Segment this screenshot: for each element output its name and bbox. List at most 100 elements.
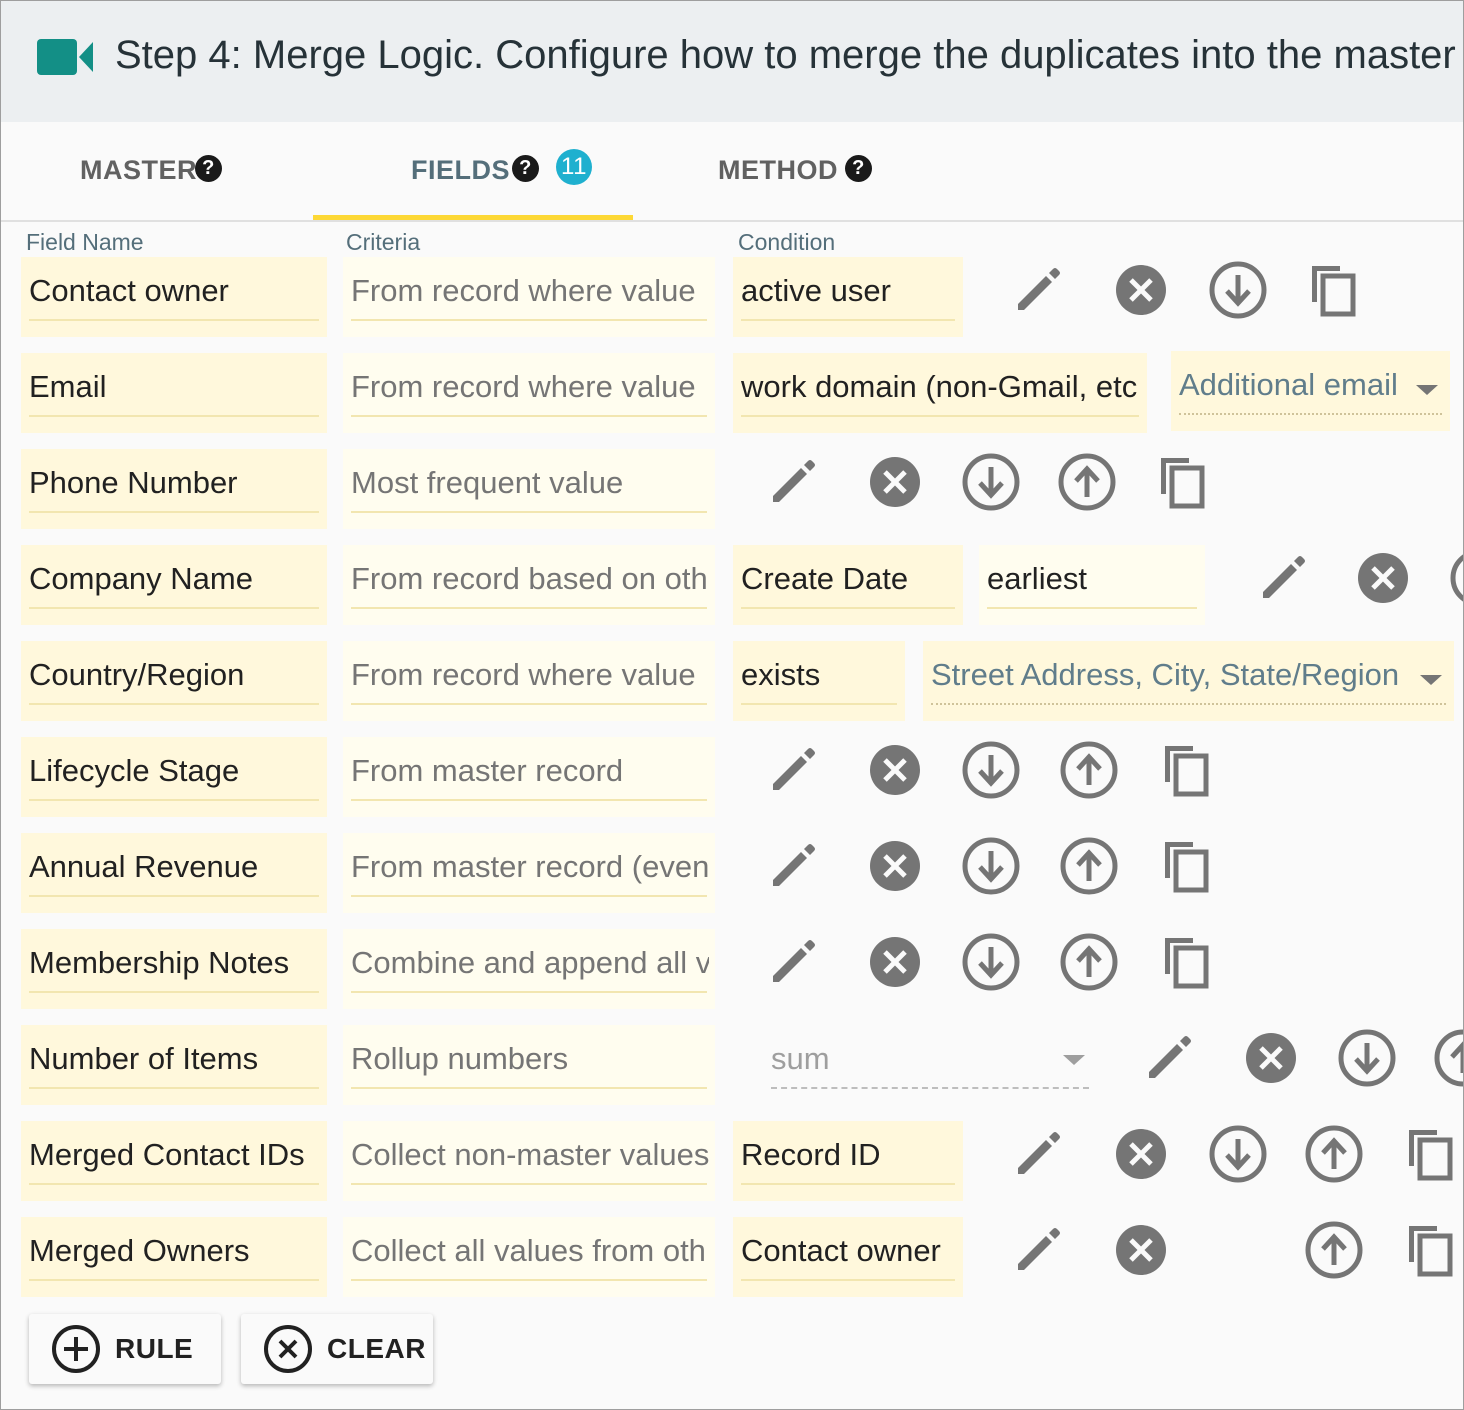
remove-rule-icon[interactable] [1353,548,1413,608]
move-up-icon[interactable] [1059,836,1119,896]
duplicate-icon[interactable] [1401,1124,1461,1184]
edit-pencil-icon[interactable] [761,932,821,992]
clear-button[interactable]: CLEAR [241,1314,433,1384]
condition-cell-text: Create Date [741,561,909,596]
criteria-cell[interactable]: From master record (even [343,833,715,913]
remove-rule-icon[interactable] [865,740,925,800]
field-name-cell[interactable]: Number of Items [21,1025,327,1105]
remove-rule-icon[interactable] [1111,260,1171,320]
tab-master[interactable]: MASTER ? [1,122,313,220]
criteria-cell[interactable]: Rollup numbers [343,1025,715,1105]
option-select-text: Street Address, City, State/Region [931,657,1400,692]
help-icon[interactable]: ? [845,155,872,182]
condition-cell[interactable]: active user [733,257,963,337]
move-up-icon[interactable] [1057,452,1117,512]
move-down-icon[interactable] [1208,1124,1268,1184]
edit-pencil-icon[interactable] [761,836,821,896]
move-down-icon[interactable] [1449,548,1464,608]
field-name-cell[interactable]: Phone Number [21,449,327,529]
field-underline [351,511,707,513]
field-name-cell[interactable]: Contact owner [21,257,327,337]
help-icon[interactable]: ? [512,155,539,182]
field-name-cell[interactable]: Country/Region [21,641,327,721]
aggregation-value: sum [771,1041,830,1076]
tab-bar: MASTER ? FIELDS ? 11 METHOD ? [1,122,1463,222]
move-down-icon[interactable] [961,452,1021,512]
field-name-cell[interactable]: Lifecycle Stage [21,737,327,817]
criteria-cell[interactable]: Combine and append all v [343,929,715,1009]
duplicate-icon[interactable] [1157,932,1217,992]
option-select[interactable]: Additional email [1171,351,1450,431]
criteria-cell[interactable]: From record where value [343,353,715,433]
criteria-cell-text: From record where value [351,273,696,308]
criteria-cell[interactable]: From record where value [343,641,715,721]
field-underline [351,991,707,993]
move-up-icon[interactable] [1304,1220,1364,1280]
condition-cell[interactable]: exists [733,641,905,721]
duplicate-icon[interactable] [1157,836,1217,896]
remove-rule-icon[interactable] [1111,1124,1171,1184]
step-header: Step 4: Merge Logic. Configure how to me… [1,1,1463,122]
field-name-cell[interactable]: Merged Owners [21,1217,327,1297]
move-down-icon[interactable] [961,932,1021,992]
move-up-icon[interactable] [1304,1124,1364,1184]
field-name-cell-text: Merged Owners [29,1233,250,1268]
edit-pencil-icon[interactable] [1006,260,1066,320]
option-select[interactable]: Street Address, City, State/Region [923,641,1454,721]
move-up-icon[interactable] [1059,740,1119,800]
criteria-cell[interactable]: Most frequent value [343,449,715,529]
field-underline [351,1087,707,1089]
edit-pencil-icon[interactable] [761,452,821,512]
condition-cell[interactable]: work domain (non-Gmail, etc [733,353,1147,433]
criteria-cell[interactable]: Collect all values from oth [343,1217,715,1297]
criteria-cell[interactable]: From master record [343,737,715,817]
move-down-icon[interactable] [1337,1028,1397,1088]
tab-method[interactable]: METHOD ? [633,122,953,220]
condition-cell-text: work domain (non-Gmail, etc [741,369,1138,404]
duplicate-icon[interactable] [1401,1220,1461,1280]
add-rule-button[interactable]: RULE [29,1314,221,1384]
option-select-text: Additional email [1179,367,1398,402]
remove-rule-icon[interactable] [865,836,925,896]
condition-cell[interactable]: Record ID [733,1121,963,1201]
aggregation-select[interactable]: sum [763,1025,1097,1105]
chevron-down-icon [1416,385,1438,395]
move-down-icon[interactable] [961,836,1021,896]
remove-rule-icon[interactable] [865,932,925,992]
field-name-cell[interactable]: Membership Notes [21,929,327,1009]
edit-pencil-icon[interactable] [761,740,821,800]
field-underline [29,799,319,801]
field-underline [741,703,897,705]
field-name-cell[interactable]: Company Name [21,545,327,625]
field-name-cell-text: Company Name [29,561,253,596]
field-name-cell[interactable]: Email [21,353,327,433]
criteria-cell[interactable]: From record based on oth [343,545,715,625]
remove-rule-icon[interactable] [1241,1028,1301,1088]
criteria-cell[interactable]: Collect non-master values [343,1121,715,1201]
criteria-cell[interactable]: From record where value [343,257,715,337]
condition-cell[interactable]: Contact owner [733,1217,963,1297]
field-name-cell[interactable]: Annual Revenue [21,833,327,913]
edit-pencil-icon[interactable] [1006,1124,1066,1184]
field-underline [741,1183,955,1185]
edit-pencil-icon[interactable] [1251,548,1311,608]
move-up-icon[interactable] [1059,932,1119,992]
field-name-cell-text: Country/Region [29,657,245,692]
condition-cell[interactable]: Create Date [733,545,963,625]
field-name-cell[interactable]: Merged Contact IDs [21,1121,327,1201]
condition-value-cell[interactable]: earliest [979,545,1205,625]
move-up-icon[interactable] [1433,1028,1464,1088]
edit-pencil-icon[interactable] [1006,1220,1066,1280]
remove-rule-icon[interactable] [865,452,925,512]
duplicate-icon[interactable] [1157,740,1217,800]
field-underline [29,703,319,705]
remove-rule-icon[interactable] [1111,1220,1171,1280]
duplicate-icon[interactable] [1304,260,1364,320]
condition-value-cell-text: earliest [987,561,1087,596]
help-icon[interactable]: ? [195,155,222,182]
move-down-icon[interactable] [1208,260,1268,320]
move-down-icon[interactable] [961,740,1021,800]
duplicate-icon[interactable] [1153,452,1213,512]
tab-fields[interactable]: FIELDS ? 11 [313,122,633,220]
edit-pencil-icon[interactable] [1137,1028,1197,1088]
